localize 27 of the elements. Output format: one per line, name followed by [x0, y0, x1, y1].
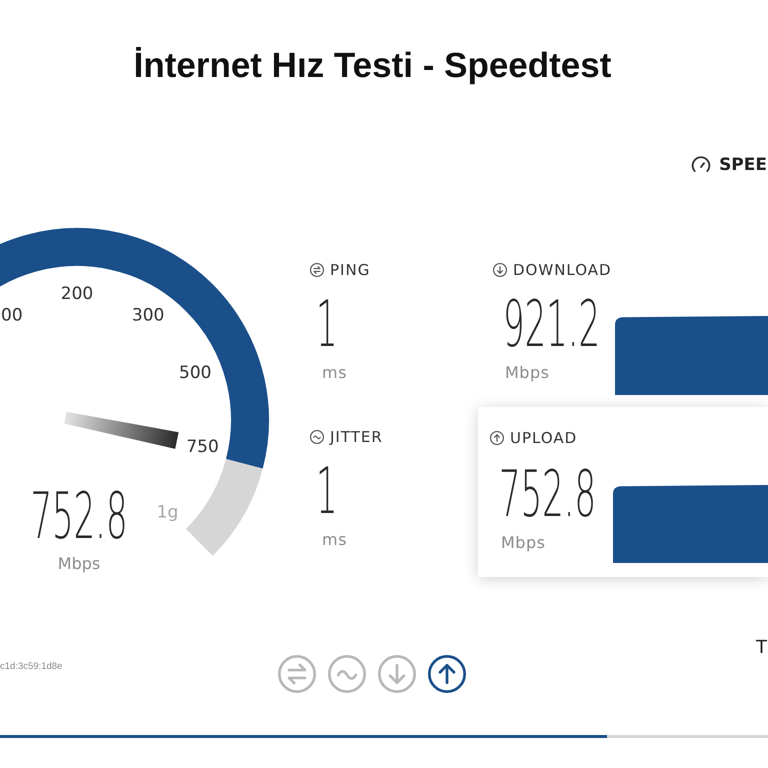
- speed-reading: 752.8: [30, 479, 128, 554]
- scale-label: 1g: [156, 502, 178, 522]
- section-heading: SPEE: [719, 155, 767, 175]
- speed-value: 921.2: [503, 300, 600, 350]
- metric-value: 1: [316, 467, 338, 517]
- page-title: İnternet Hız Testi - Speedtest: [134, 45, 612, 87]
- address-text: c1d:3c59:1d8e: [0, 662, 62, 672]
- unit-label: Mbps: [58, 554, 100, 573]
- scale-label: 750: [186, 436, 219, 457]
- scale-label: 00: [1, 306, 23, 326]
- side-text: T: [756, 638, 768, 658]
- result-label: UPLOAD: [510, 430, 578, 446]
- metric-label: JITTER: [330, 429, 383, 445]
- unit-label: Mbps: [501, 535, 546, 551]
- unit-label: ms: [322, 532, 347, 548]
- scale-label: 200: [60, 284, 94, 304]
- metric-label: PING: [330, 262, 370, 278]
- unit-label: ms: [322, 365, 347, 381]
- speed-value: 752.8: [499, 470, 596, 520]
- metric-value: 1: [316, 300, 338, 350]
- scale-label: 300: [132, 306, 164, 326]
- unit-label: Mbps: [505, 365, 550, 381]
- scale-label: 500: [179, 363, 212, 384]
- result-label: DOWNLOAD: [513, 262, 612, 278]
- swap-arrows-icon: [310, 263, 324, 277]
- wave-icon: [310, 430, 324, 444]
- speedometer-icon: [691, 155, 712, 175]
